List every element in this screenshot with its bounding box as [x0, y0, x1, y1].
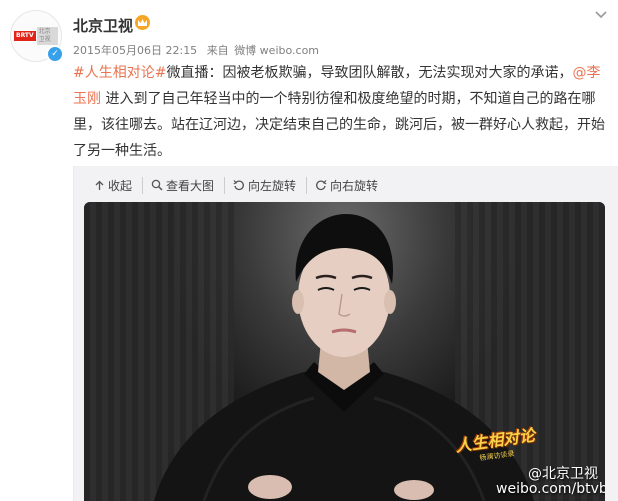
post-text-part2: 进入到了自己年轻当中的一个特别彷徨和极度绝望的时期，不知道自己的路在哪里，该往哪… — [73, 91, 605, 159]
member-crown-icon[interactable] — [135, 15, 150, 30]
rotate-right-label: 向右旋转 — [330, 178, 379, 193]
post-photo[interactable]: 人生相对论 杨澜访谈录 @北京卫视 weibo.com/btvbeijing — [84, 202, 605, 501]
post-source[interactable]: 微博 weibo.com — [234, 44, 319, 57]
post-text: #人生相对论#微直播：因被老板欺骗，导致团队解散，无法实现对大家的承诺，@李玉刚… — [73, 60, 613, 164]
media-toolbar: 收起 查看大图 向左旋转 向右旋转 — [92, 176, 388, 194]
magnifier-icon — [151, 179, 163, 191]
channel-logo-cn: 北京卫视 — [36, 27, 58, 45]
watermark-url: weibo.com/btvbeijing — [496, 481, 605, 497]
watermark-handle: @北京卫视 — [528, 466, 598, 482]
rotate-left-label: 向左旋转 — [248, 178, 297, 193]
collapse-label: 收起 — [108, 178, 133, 193]
rotate-left-button[interactable]: 向左旋转 — [224, 176, 306, 194]
hashtag-link[interactable]: #人生相对论# — [73, 65, 166, 81]
post-text-part1: 微直播：因被老板欺骗，导致团队解散，无法实现对大家的承诺， — [166, 65, 573, 81]
chevron-down-icon[interactable] — [594, 10, 608, 20]
source-prefix: 来自 — [206, 44, 229, 57]
verified-badge-icon: ✓ — [46, 45, 64, 63]
rotate-left-icon — [233, 180, 244, 191]
view-large-label: 查看大图 — [166, 178, 215, 193]
collapse-button[interactable]: 收起 — [92, 177, 142, 194]
post-meta: 2015年05月06日 22:15 来自 微博 weibo.com — [73, 42, 325, 58]
author-name[interactable]: 北京卫视 — [73, 15, 133, 36]
channel-logo: BRTV 北京卫视 — [14, 27, 58, 45]
collapse-arrow-icon — [95, 180, 104, 190]
channel-logo-en: BRTV — [14, 31, 36, 41]
post-timestamp[interactable]: 2015年05月06日 22:15 — [73, 44, 197, 57]
rotate-right-button[interactable]: 向右旋转 — [306, 176, 388, 194]
view-large-button[interactable]: 查看大图 — [142, 176, 224, 194]
rotate-right-icon — [316, 180, 327, 191]
media-panel: 收起 查看大图 向左旋转 向右旋转 人生相对论 杨澜访谈录 @北京卫视 weib… — [73, 166, 618, 501]
